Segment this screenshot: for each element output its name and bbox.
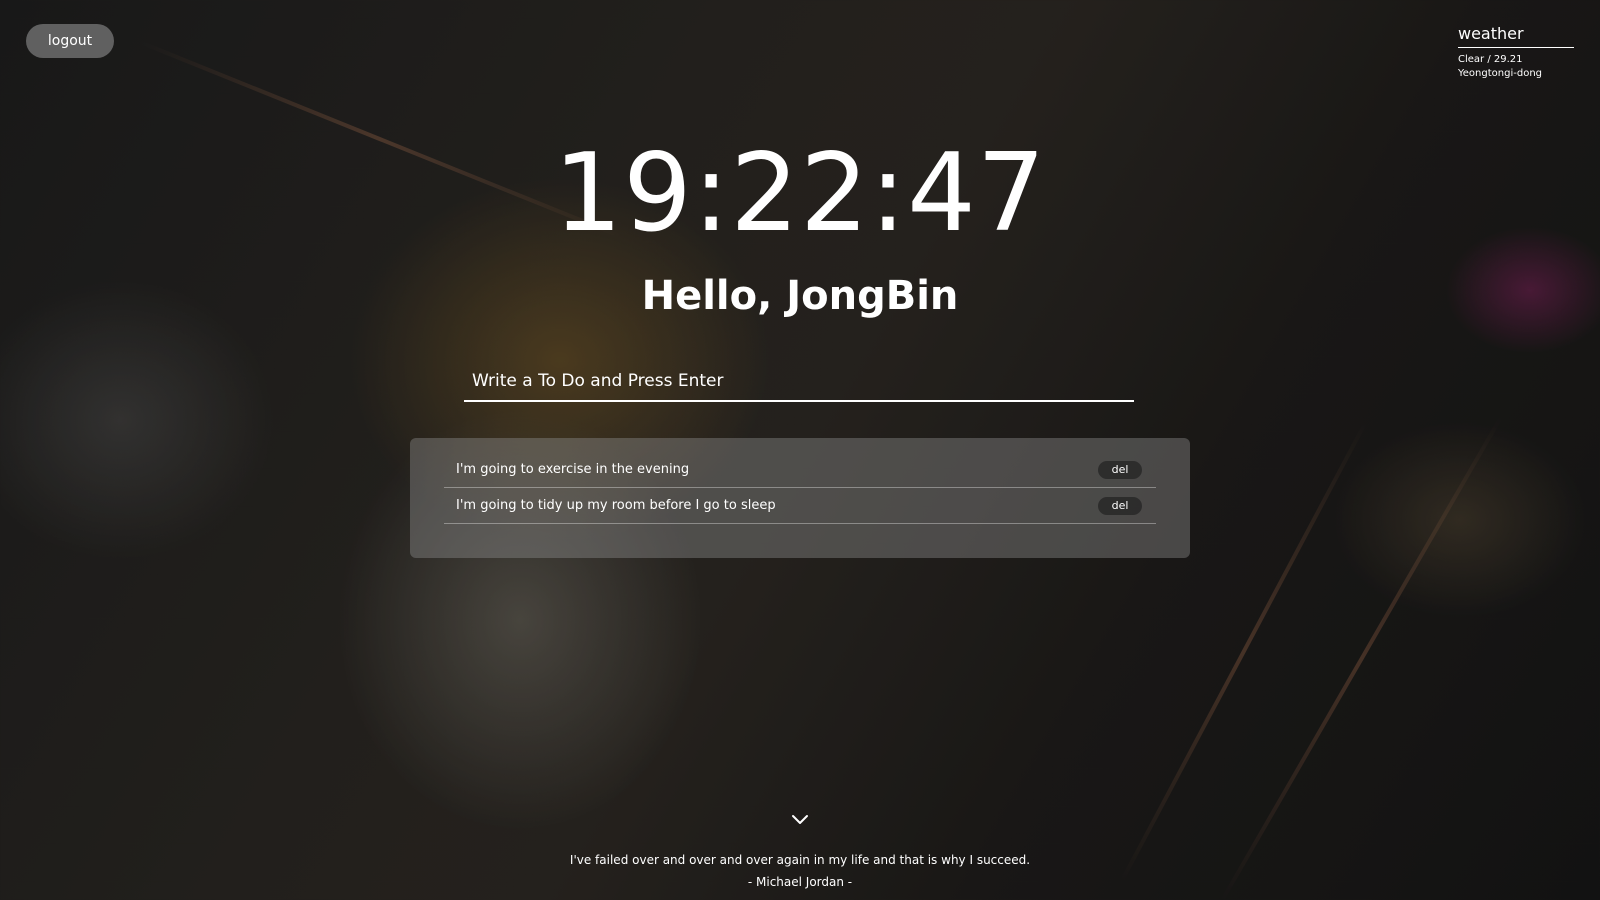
quote-text: I've failed over and over and over again… [569,853,1031,867]
quote: I've failed over and over and over again… [0,849,1600,893]
greeting-text: Hello, JongBin [641,273,959,319]
todo-input[interactable] [464,362,1134,402]
todo-list: I'm going to exercise in the evening del… [410,438,1190,558]
todo-item: I'm going to tidy up my room before I go… [444,488,1156,524]
todo-form [464,362,1134,402]
clock-time: 19:22:47 [553,131,1047,256]
todo-item-text: I'm going to exercise in the evening [456,462,690,477]
quote-author: - Michael Jordan - [747,875,853,889]
todo-item-text: I'm going to tidy up my room before I go… [456,498,776,513]
delete-todo-button[interactable]: del [1098,496,1142,515]
todo-item: I'm going to exercise in the evening del [444,452,1156,488]
chevron-down-icon[interactable] [790,812,810,826]
logout-button[interactable]: logout [26,24,114,58]
weather-condition: Clear / 29.21 [1458,54,1523,65]
weather-location: Yeongtongi-dong [1458,68,1542,79]
delete-todo-button[interactable]: del [1098,460,1142,479]
weather-widget: weather Clear / 29.21 Yeongtongi-dong [1458,24,1574,80]
weather-title: weather [1458,24,1574,48]
